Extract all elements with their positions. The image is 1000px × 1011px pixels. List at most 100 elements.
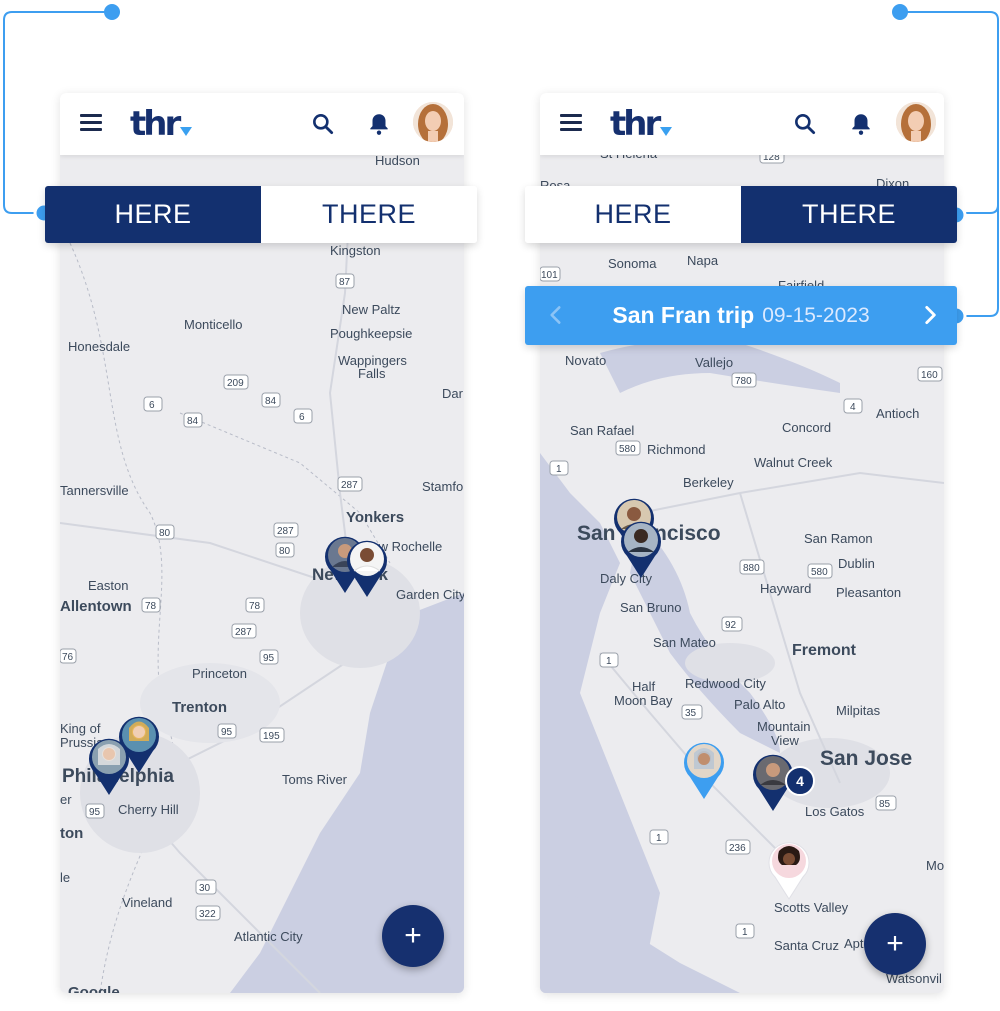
svg-text:Kingston: Kingston xyxy=(330,243,381,258)
svg-text:Half: Half xyxy=(632,679,656,694)
svg-text:San Bruno: San Bruno xyxy=(620,600,681,615)
svg-text:le: le xyxy=(60,870,70,885)
svg-text:Stamfo: Stamfo xyxy=(422,479,463,494)
svg-text:Princeton: Princeton xyxy=(192,666,247,681)
svg-text:84: 84 xyxy=(265,396,277,407)
svg-text:Antioch: Antioch xyxy=(876,406,919,421)
svg-text:6: 6 xyxy=(299,412,305,423)
svg-text:Falls: Falls xyxy=(358,366,386,381)
here-there-toggle: HERE THERE xyxy=(525,186,957,243)
svg-text:Apt: Apt xyxy=(844,936,864,951)
svg-text:King of: King of xyxy=(60,721,101,736)
user-location-pin[interactable] xyxy=(86,735,132,797)
svg-text:195: 195 xyxy=(263,731,280,742)
svg-text:Honesdale: Honesdale xyxy=(68,339,130,354)
trip-name: San Fran trip xyxy=(612,302,755,328)
tab-here[interactable]: HERE xyxy=(525,186,741,243)
svg-text:209: 209 xyxy=(227,378,244,389)
svg-text:Cherry Hill: Cherry Hill xyxy=(118,802,179,817)
svg-text:1: 1 xyxy=(606,656,612,667)
svg-text:Dublin: Dublin xyxy=(838,556,875,571)
plus-icon: + xyxy=(404,919,422,952)
bell-icon[interactable] xyxy=(366,111,392,137)
svg-text:San Mateo: San Mateo xyxy=(653,635,716,650)
cluster-count-badge[interactable]: 4 xyxy=(785,766,815,796)
svg-text:160: 160 xyxy=(921,370,938,381)
app-logo: thr xyxy=(130,104,193,144)
svg-text:Richmond: Richmond xyxy=(647,442,706,457)
tab-here[interactable]: HERE xyxy=(45,186,261,243)
svg-text:Berkeley: Berkeley xyxy=(683,475,734,490)
avatar[interactable] xyxy=(413,102,453,142)
add-button[interactable]: + xyxy=(864,913,926,975)
svg-text:Palo Alto: Palo Alto xyxy=(734,697,785,712)
svg-text:76: 76 xyxy=(62,652,74,663)
svg-text:Garden City: Garden City xyxy=(396,587,464,602)
svg-text:287: 287 xyxy=(341,480,358,491)
svg-text:1: 1 xyxy=(656,833,662,844)
svg-text:Novato: Novato xyxy=(565,353,606,368)
search-icon[interactable] xyxy=(310,111,336,137)
tab-there[interactable]: THERE xyxy=(261,186,477,243)
svg-text:92: 92 xyxy=(725,620,737,631)
plus-icon: + xyxy=(886,927,904,960)
svg-text:95: 95 xyxy=(89,807,101,818)
svg-text:236: 236 xyxy=(729,843,746,854)
svg-text:Redwood City: Redwood City xyxy=(685,676,766,691)
svg-text:Hudson: Hudson xyxy=(375,153,420,168)
user-location-pin[interactable] xyxy=(344,537,390,599)
svg-text:1: 1 xyxy=(556,464,562,475)
svg-text:Vallejo: Vallejo xyxy=(695,355,733,370)
svg-text:Dar: Dar xyxy=(442,386,464,401)
add-button[interactable]: + xyxy=(382,905,444,967)
top-app-bar: thr xyxy=(540,93,944,155)
svg-text:Mountain: Mountain xyxy=(757,719,810,734)
svg-text:Scotts Valley: Scotts Valley xyxy=(774,900,849,915)
svg-text:Santa Cruz: Santa Cruz xyxy=(774,938,839,953)
svg-text:35: 35 xyxy=(685,708,697,719)
svg-text:Poughkeepsie: Poughkeepsie xyxy=(330,326,412,341)
trip-date: 09-15-2023 xyxy=(762,303,870,327)
svg-text:Concord: Concord xyxy=(782,420,831,435)
here-there-toggle: HERE THERE xyxy=(45,186,477,243)
svg-text:78: 78 xyxy=(145,601,157,612)
svg-text:New Paltz: New Paltz xyxy=(342,302,401,317)
svg-text:580: 580 xyxy=(619,444,636,455)
svg-text:1: 1 xyxy=(742,927,748,938)
svg-text:Tannersville: Tannersville xyxy=(60,483,129,498)
user-location-pin[interactable] xyxy=(618,518,664,580)
svg-text:4: 4 xyxy=(850,402,856,413)
svg-text:6: 6 xyxy=(149,400,155,411)
menu-icon[interactable] xyxy=(560,114,582,132)
svg-text:Yonkers: Yonkers xyxy=(346,509,404,526)
app-logo: thr xyxy=(610,104,673,144)
svg-text:85: 85 xyxy=(879,799,891,810)
svg-text:30: 30 xyxy=(199,883,211,894)
user-location-pin[interactable] xyxy=(681,739,727,801)
svg-text:View: View xyxy=(771,733,800,748)
svg-text:Los Gatos: Los Gatos xyxy=(805,804,865,819)
top-app-bar: thr xyxy=(60,93,464,155)
svg-text:287: 287 xyxy=(235,627,252,638)
bell-icon[interactable] xyxy=(848,111,874,137)
svg-text:87: 87 xyxy=(339,277,351,288)
chevron-right-icon[interactable] xyxy=(917,302,943,328)
svg-text:322: 322 xyxy=(199,909,216,920)
tab-there[interactable]: THERE xyxy=(741,186,957,243)
svg-text:Fremont: Fremont xyxy=(792,642,857,659)
user-location-pin[interactable] xyxy=(766,839,812,901)
svg-text:San Rafael: San Rafael xyxy=(570,423,634,438)
svg-text:Trenton: Trenton xyxy=(172,699,227,716)
svg-text:95: 95 xyxy=(221,727,233,738)
svg-text:95: 95 xyxy=(263,653,275,664)
svg-text:880: 880 xyxy=(743,563,760,574)
svg-text:780: 780 xyxy=(735,376,752,387)
svg-text:San Ramon: San Ramon xyxy=(804,531,873,546)
svg-text:Pleasanton: Pleasanton xyxy=(836,585,901,600)
avatar[interactable] xyxy=(896,102,936,142)
svg-text:80: 80 xyxy=(279,546,291,557)
search-icon[interactable] xyxy=(792,111,818,137)
svg-text:San Jose: San Jose xyxy=(820,747,912,770)
menu-icon[interactable] xyxy=(80,114,102,132)
svg-text:Sonoma: Sonoma xyxy=(608,256,657,271)
